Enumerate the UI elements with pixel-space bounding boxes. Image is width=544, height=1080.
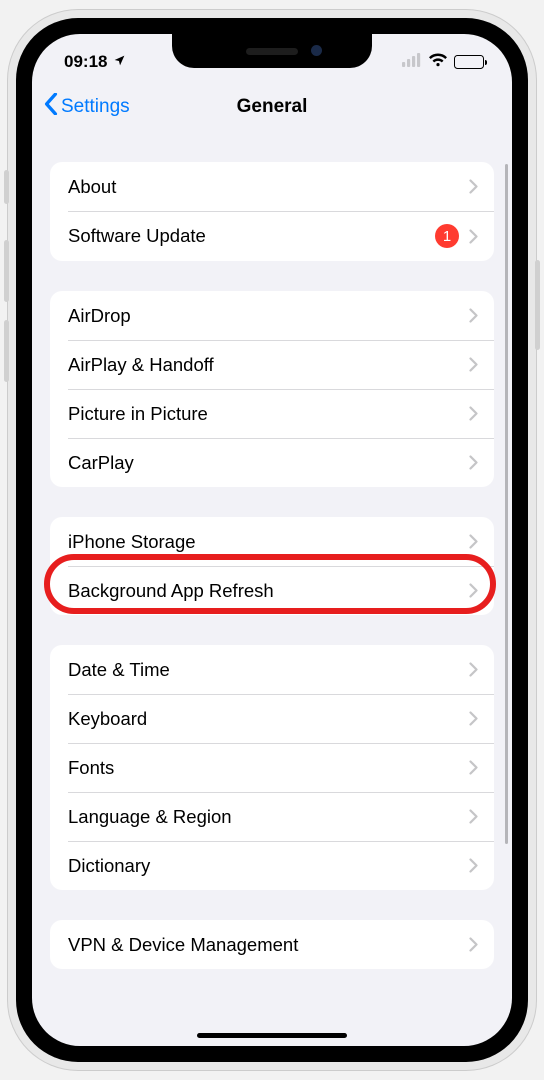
chevron-right-icon — [469, 455, 478, 470]
screen: 09:18 — [32, 34, 512, 1046]
silence-switch — [4, 170, 9, 204]
row-label: Date & Time — [68, 659, 469, 681]
row-label: CarPlay — [68, 452, 469, 474]
row-iphone-storage[interactable]: iPhone Storage — [50, 517, 494, 566]
wifi-icon — [428, 52, 448, 72]
nav-bar: Settings General — [32, 82, 512, 132]
row-carplay[interactable]: CarPlay — [50, 438, 494, 487]
row-label: Background App Refresh — [68, 580, 469, 602]
scrollbar[interactable] — [505, 164, 508, 844]
chevron-left-icon — [44, 93, 58, 121]
row-airdrop[interactable]: AirDrop — [50, 291, 494, 340]
status-right — [402, 52, 484, 72]
page-title: General — [237, 96, 308, 118]
location-icon — [113, 52, 126, 72]
row-language-region[interactable]: Language & Region — [50, 792, 494, 841]
chevron-right-icon — [469, 711, 478, 726]
settings-group: VPN & Device Management — [50, 920, 494, 969]
notch — [172, 34, 372, 68]
row-label: Dictionary — [68, 855, 469, 877]
chevron-right-icon — [469, 229, 478, 244]
battery-icon — [454, 55, 484, 69]
cellular-signal-icon — [402, 52, 422, 72]
row-label: Keyboard — [68, 708, 469, 730]
settings-group: iPhone Storage Background App Refresh — [50, 517, 494, 615]
front-camera — [311, 45, 322, 56]
notification-badge: 1 — [435, 224, 459, 248]
row-label: AirDrop — [68, 305, 469, 327]
row-fonts[interactable]: Fonts — [50, 743, 494, 792]
status-left: 09:18 — [64, 52, 126, 72]
chevron-right-icon — [469, 760, 478, 775]
row-keyboard[interactable]: Keyboard — [50, 694, 494, 743]
home-indicator[interactable] — [197, 1033, 347, 1039]
chevron-right-icon — [469, 357, 478, 372]
settings-group: AirDrop AirPlay & Handoff Picture in Pic… — [50, 291, 494, 487]
row-label: AirPlay & Handoff — [68, 354, 469, 376]
row-background-app-refresh[interactable]: Background App Refresh — [50, 566, 494, 615]
chevron-right-icon — [469, 179, 478, 194]
phone-frame: 09:18 — [8, 10, 536, 1070]
back-label: Settings — [61, 96, 130, 118]
chevron-right-icon — [469, 308, 478, 323]
chevron-right-icon — [469, 858, 478, 873]
status-time: 09:18 — [64, 52, 107, 72]
row-label: About — [68, 176, 469, 198]
power-button — [535, 260, 540, 350]
speaker-grille — [246, 48, 298, 55]
row-about[interactable]: About — [50, 162, 494, 211]
row-label: Software Update — [68, 225, 435, 247]
volume-down-button — [4, 320, 9, 382]
row-date-time[interactable]: Date & Time — [50, 645, 494, 694]
row-airplay-handoff[interactable]: AirPlay & Handoff — [50, 340, 494, 389]
settings-group: Date & Time Keyboard Fonts Language & Re… — [50, 645, 494, 890]
row-label: VPN & Device Management — [68, 934, 469, 956]
chevron-right-icon — [469, 662, 478, 677]
chevron-right-icon — [469, 406, 478, 421]
row-label: Language & Region — [68, 806, 469, 828]
volume-up-button — [4, 240, 9, 302]
row-label: iPhone Storage — [68, 531, 469, 553]
settings-group: About Software Update 1 — [50, 162, 494, 261]
chevron-right-icon — [469, 937, 478, 952]
row-label: Picture in Picture — [68, 403, 469, 425]
chevron-right-icon — [469, 809, 478, 824]
row-dictionary[interactable]: Dictionary — [50, 841, 494, 890]
back-button[interactable]: Settings — [44, 93, 130, 121]
row-picture-in-picture[interactable]: Picture in Picture — [50, 389, 494, 438]
row-vpn-device-management[interactable]: VPN & Device Management — [50, 920, 494, 969]
content[interactable]: About Software Update 1 AirDrop — [32, 132, 512, 1046]
chevron-right-icon — [469, 583, 478, 598]
chevron-right-icon — [469, 534, 478, 549]
row-software-update[interactable]: Software Update 1 — [50, 211, 494, 261]
row-label: Fonts — [68, 757, 469, 779]
